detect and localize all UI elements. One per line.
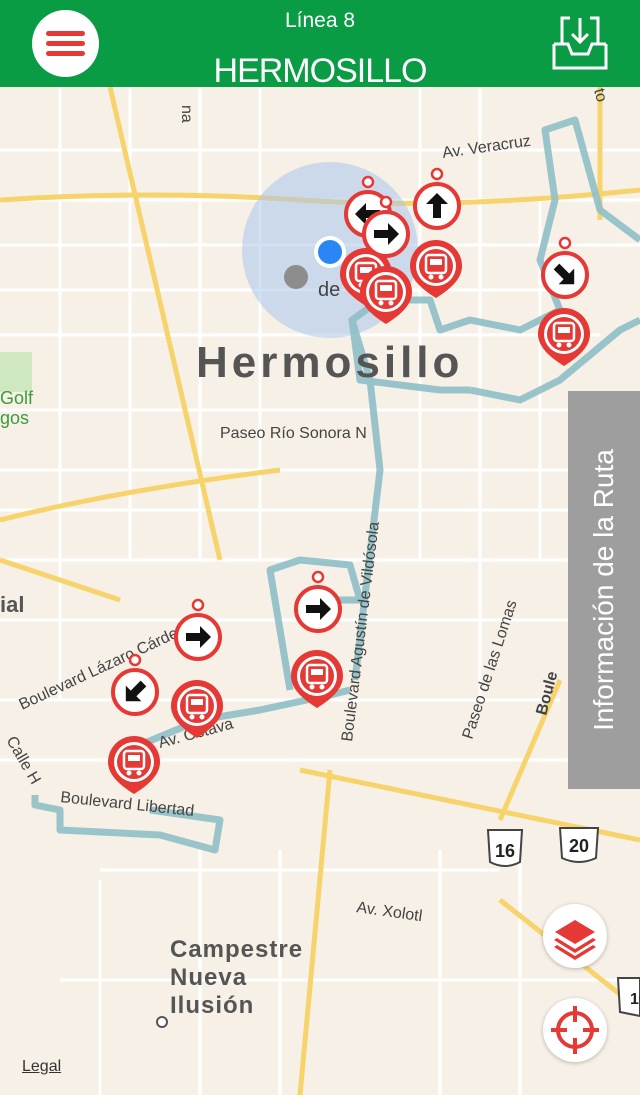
neighborhood-label: Campestre	[170, 936, 304, 963]
legal-link[interactable]: Legal	[22, 1058, 61, 1076]
crosshair-icon	[551, 1006, 599, 1054]
bus-stop-icon	[536, 306, 592, 368]
city-title: HERMOSILLO	[213, 52, 428, 90]
direction-down-right-icon	[541, 236, 589, 299]
direction-up-icon	[413, 167, 461, 230]
route-info-tab[interactable]: Información de la Ruta	[568, 391, 640, 789]
direction-right-icon	[294, 570, 342, 633]
app-header: Línea 8 HERMOSILLO	[0, 0, 640, 90]
hamburger-icon-bar	[46, 41, 85, 46]
bus-stop-icon	[358, 264, 414, 326]
direction-right-icon	[174, 598, 222, 661]
direction-down-left-icon	[111, 653, 159, 716]
bus-stop-icon	[289, 648, 345, 710]
layers-icon	[554, 920, 596, 960]
route-info-label: Información de la Ruta	[588, 449, 619, 731]
neighborhood-label: Nueva	[170, 964, 248, 991]
bus-stop-icon	[408, 238, 464, 300]
city-map-label: Hermosillo	[196, 338, 464, 387]
bus-stop-icon	[169, 678, 225, 740]
download-inbox-button[interactable]	[550, 14, 610, 72]
layers-button[interactable]	[543, 904, 607, 968]
download-inbox-icon	[552, 16, 608, 70]
route-subtitle: Línea 8	[284, 9, 356, 32]
neighborhood-label: Ilusión	[170, 992, 255, 1019]
bus-stop-icon	[106, 734, 162, 796]
locate-me-button[interactable]	[543, 998, 607, 1062]
